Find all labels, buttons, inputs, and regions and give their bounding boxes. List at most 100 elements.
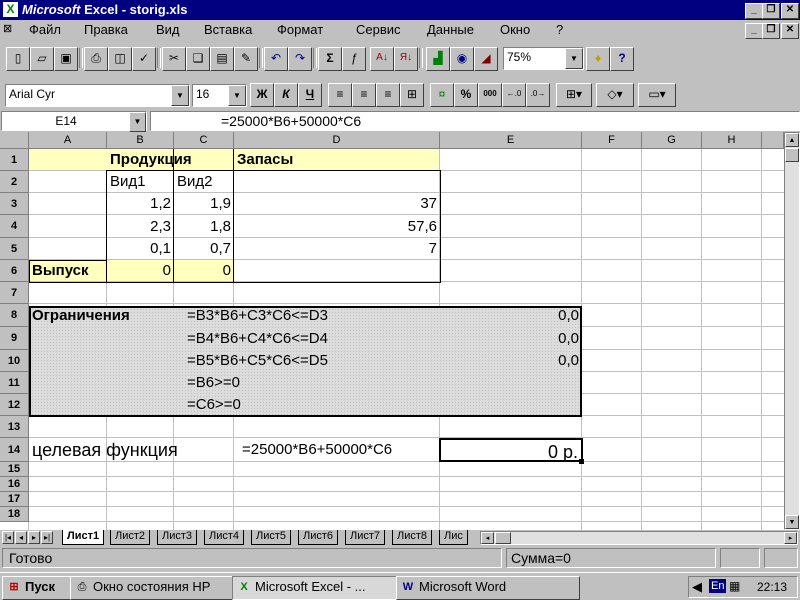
close-button[interactable]: ✕ xyxy=(781,3,799,19)
row-header-10[interactable]: 10 xyxy=(0,350,29,372)
column-header-e[interactable]: E xyxy=(440,132,582,149)
cell-a8[interactable]: Ограничения xyxy=(29,304,133,327)
row-header-8[interactable]: 8 xyxy=(0,304,29,327)
scroll-thumb-vertical[interactable] xyxy=(785,148,799,162)
align-right-icon[interactable]: ≡ xyxy=(376,83,400,107)
last-sheet-icon[interactable]: ▸| xyxy=(41,531,53,544)
row-header-13[interactable]: 13 xyxy=(0,416,29,438)
menu-edit[interactable]: Правка xyxy=(84,22,128,37)
row-header-2[interactable]: 2 xyxy=(0,171,29,193)
increase-decimal-icon[interactable]: ←.0 xyxy=(502,83,526,107)
row-header-15[interactable]: 15 xyxy=(0,462,29,477)
row-header-1[interactable]: 1 xyxy=(0,149,29,171)
borders-icon[interactable]: ⊞▾ xyxy=(556,83,592,107)
column-header-partial[interactable] xyxy=(762,132,784,149)
cell-c9[interactable]: =B4*B6+C4*C6<=D4 xyxy=(184,327,331,350)
chevron-down-icon[interactable]: ▼ xyxy=(228,85,246,106)
cell-c6[interactable]: 0 xyxy=(174,260,234,282)
sheet-tab-4[interactable]: Лист4 xyxy=(204,530,245,545)
sort-ascending-icon[interactable]: A↓ xyxy=(370,47,394,71)
column-header-h[interactable]: H xyxy=(702,132,762,149)
open-folder-icon[interactable]: ▱ xyxy=(30,47,54,71)
cell-d1[interactable]: Запасы xyxy=(234,149,296,171)
scroll-up-icon[interactable]: ▲ xyxy=(785,133,799,147)
cell-c2[interactable]: Вид2 xyxy=(174,171,215,193)
menu-tools[interactable]: Сервис xyxy=(356,22,401,37)
restore-button[interactable]: ❐ xyxy=(762,3,780,19)
autosum-icon[interactable]: Σ xyxy=(318,47,342,71)
cell-c4[interactable]: 1,8 xyxy=(174,215,234,238)
chevron-down-icon[interactable]: ▼ xyxy=(129,112,146,132)
align-center-icon[interactable]: ≡ xyxy=(352,83,376,107)
column-header-a[interactable]: A xyxy=(29,132,107,149)
document-icon[interactable]: ⊠ xyxy=(3,22,12,35)
fill-color-icon[interactable]: ◇▾ xyxy=(596,83,634,107)
row-header-9[interactable]: 9 xyxy=(0,327,29,350)
vertical-scrollbar[interactable]: ▲ ▼ xyxy=(784,132,800,530)
sheet-tab-5[interactable]: Лист5 xyxy=(251,530,292,545)
horizontal-scrollbar[interactable]: ◂ ▸ xyxy=(480,531,798,545)
bold-button[interactable]: Ж xyxy=(250,83,274,107)
cell-d5[interactable]: 7 xyxy=(234,238,440,260)
cell-c5[interactable]: 0,7 xyxy=(174,238,234,260)
decrease-decimal-icon[interactable]: .0→ xyxy=(526,83,550,107)
scroll-down-icon[interactable]: ▼ xyxy=(785,515,799,529)
copy-icon[interactable]: ❏ xyxy=(186,47,210,71)
task-excel[interactable]: X Microsoft Excel - ... xyxy=(232,576,416,600)
cell-c11[interactable]: =B6>=0 xyxy=(184,372,243,394)
spellcheck-icon[interactable]: ✓ xyxy=(132,47,156,71)
menu-format[interactable]: Формат xyxy=(277,22,323,37)
drawing-icon[interactable]: ◢ xyxy=(474,47,498,71)
align-left-icon[interactable]: ≡ xyxy=(328,83,352,107)
first-sheet-icon[interactable]: |◂ xyxy=(2,531,14,544)
next-sheet-icon[interactable]: ▸ xyxy=(28,531,40,544)
thousands-separator-button[interactable]: 000 xyxy=(478,83,502,107)
row-header-7[interactable]: 7 xyxy=(0,282,29,304)
print-preview-icon[interactable]: ◫ xyxy=(108,47,132,71)
scroll-thumb[interactable] xyxy=(495,532,511,544)
undo-icon[interactable]: ↶ xyxy=(264,47,288,71)
format-painter-icon[interactable]: ✎ xyxy=(234,47,258,71)
menu-insert[interactable]: Вставка xyxy=(204,22,252,37)
cell-c3[interactable]: 1,9 xyxy=(174,193,234,215)
menu-window[interactable]: Окно xyxy=(500,22,530,37)
print-icon[interactable]: ⎙ xyxy=(84,47,108,71)
column-header-d[interactable]: D xyxy=(234,132,440,149)
help-pointer-icon[interactable]: ? xyxy=(610,47,634,71)
task-hp-status[interactable]: ⎙ Окно состояния HP xyxy=(70,576,252,600)
cut-icon[interactable]: ✂ xyxy=(162,47,186,71)
network-icon[interactable]: ▦ xyxy=(729,579,740,593)
sheet-tab-1[interactable]: Лист1 xyxy=(62,530,105,545)
currency-icon[interactable]: ¤ xyxy=(430,83,454,107)
new-file-icon[interactable]: ▯ xyxy=(6,47,30,71)
row-header-16[interactable]: 16 xyxy=(0,477,29,492)
row-header-12[interactable]: 12 xyxy=(0,394,29,416)
cell-e9[interactable]: 0,0 xyxy=(440,327,582,350)
chevron-down-icon[interactable]: ▼ xyxy=(171,85,189,106)
cell-b6[interactable]: 0 xyxy=(107,260,174,282)
worksheet-grid[interactable]: A B C D E F G H 1 2 3 4 5 6 7 8 9 10 11 12 13 14 15 16 17 18 Прод… xyxy=(0,132,800,530)
sort-descending-icon[interactable]: Я↓ xyxy=(394,47,418,71)
function-wizard-icon[interactable]: ƒ xyxy=(342,47,366,71)
paste-icon[interactable]: ▤ xyxy=(210,47,234,71)
fill-handle[interactable] xyxy=(579,459,584,464)
cell-e10[interactable]: 0,0 xyxy=(440,350,582,372)
doc-minimize-button[interactable]: _ xyxy=(745,23,763,39)
column-header-c[interactable]: C xyxy=(174,132,234,149)
sheet-tab-7[interactable]: Лист7 xyxy=(345,530,386,545)
name-box[interactable]: E14 ▼ xyxy=(1,111,147,132)
chart-wizard-icon[interactable]: ▟ xyxy=(426,47,450,71)
language-indicator[interactable]: En xyxy=(709,579,727,593)
doc-close-button[interactable]: ✕ xyxy=(781,23,799,39)
cell-e14[interactable]: 0 р. xyxy=(439,438,583,462)
font-size-dropdown[interactable]: 16 ▼ xyxy=(192,84,247,107)
formula-input[interactable]: =25000*B6+50000*C6 xyxy=(150,111,800,131)
cell-a6[interactable]: Выпуск xyxy=(29,260,92,282)
row-header-4[interactable]: 4 xyxy=(0,215,29,238)
merge-center-icon[interactable]: ⊞ xyxy=(400,83,424,107)
select-all-corner[interactable] xyxy=(0,132,29,149)
sheet-tab-6[interactable]: Лист6 xyxy=(298,530,339,545)
scroll-right-icon[interactable]: ▸ xyxy=(784,532,797,544)
cell-d3[interactable]: 37 xyxy=(234,193,440,215)
column-header-g[interactable]: G xyxy=(642,132,702,149)
